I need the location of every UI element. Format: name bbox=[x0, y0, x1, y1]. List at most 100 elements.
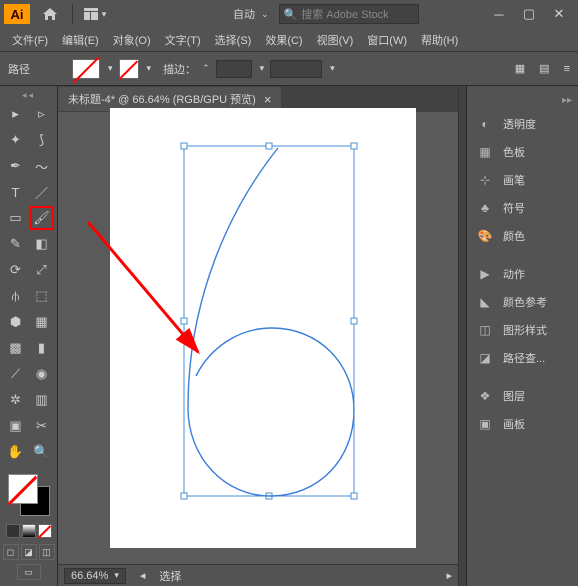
selection-tool[interactable]: ▸ bbox=[4, 102, 28, 126]
panel-label: 色板 bbox=[503, 144, 525, 160]
panel-color-guide[interactable]: ◣ 颜色参考 bbox=[467, 288, 578, 316]
screen-mode[interactable]: ▭ bbox=[17, 564, 41, 580]
curvature-tool[interactable]: ～ bbox=[30, 154, 54, 178]
blend-tool[interactable]: ◉ bbox=[30, 362, 54, 386]
stroke-style-dropdown[interactable] bbox=[270, 60, 322, 78]
status-nav-prev[interactable]: ◂ bbox=[140, 569, 146, 582]
home-button[interactable] bbox=[38, 3, 62, 25]
panel-label: 图层 bbox=[503, 388, 525, 404]
mesh-tool[interactable]: ▩ bbox=[4, 336, 28, 360]
panel-artboards[interactable]: ▣ 画板 bbox=[467, 410, 578, 438]
minimize-button[interactable]: ─ bbox=[484, 4, 514, 24]
color-mode-none[interactable] bbox=[38, 524, 52, 538]
color-mode-solid[interactable] bbox=[6, 524, 20, 538]
maximize-button[interactable]: ▢ bbox=[514, 4, 544, 24]
rectangle-tool[interactable]: ▭ bbox=[4, 206, 28, 230]
menu-window[interactable]: 窗口(W) bbox=[361, 30, 413, 50]
pencil-tool[interactable]: ✎ bbox=[4, 232, 28, 256]
panel-symbols[interactable]: ♣ 符号 bbox=[467, 194, 578, 222]
eraser-tool[interactable]: ◧ bbox=[30, 232, 54, 256]
panel-graphic-styles[interactable]: ◫ 图形样式 bbox=[467, 316, 578, 344]
expand-panels-icon[interactable]: ▸▸ bbox=[562, 95, 572, 106]
menu-select[interactable]: 选择(S) bbox=[209, 30, 258, 50]
graph-tool[interactable]: ▥ bbox=[30, 388, 54, 412]
slice-tool[interactable]: ✂ bbox=[30, 414, 54, 438]
menu-edit[interactable]: 编辑(E) bbox=[56, 30, 105, 50]
close-button[interactable]: ✕ bbox=[544, 4, 574, 24]
rotate-tool[interactable]: ⟳ bbox=[4, 258, 28, 282]
hand-tool[interactable]: ✋ bbox=[4, 440, 28, 464]
brushes-icon: ⊹ bbox=[477, 172, 493, 188]
menu-help[interactable]: 帮助(H) bbox=[415, 30, 464, 50]
collapse-handle[interactable]: ◂◂ bbox=[2, 90, 55, 100]
close-icon[interactable]: × bbox=[264, 92, 272, 107]
width-tool[interactable]: ⫛ bbox=[4, 284, 28, 308]
panel-label: 符号 bbox=[503, 200, 525, 216]
fill-color[interactable] bbox=[8, 474, 38, 504]
type-tool[interactable]: T bbox=[4, 180, 28, 204]
magic-wand-tool[interactable]: ✦ bbox=[4, 128, 28, 152]
paintbrush-tool[interactable]: 🖌 bbox=[30, 206, 54, 230]
stroke-swatch[interactable] bbox=[119, 59, 139, 79]
pen-tool[interactable]: ✒ bbox=[4, 154, 28, 178]
swatches-icon: ▦ bbox=[477, 144, 493, 160]
shape-builder-tool[interactable]: ⬢ bbox=[4, 310, 28, 334]
main-area: ◂◂ ▸ ▹ ✦ ⟆ ✒ ～ T ／ ▭ 🖌 ✎ ◧ ⟳ ⤢ ⫛ ⬚ ⬢ ▦ ▩… bbox=[0, 86, 578, 586]
gradient-tool[interactable]: ▮ bbox=[30, 336, 54, 360]
menu-type[interactable]: 文字(T) bbox=[159, 30, 207, 50]
draw-inside[interactable]: ◫ bbox=[39, 544, 55, 560]
panel-layers[interactable]: ❖ 图层 bbox=[467, 382, 578, 410]
menu-file[interactable]: 文件(F) bbox=[6, 30, 54, 50]
line-tool[interactable]: ／ bbox=[30, 180, 54, 204]
zoom-dropdown[interactable]: 66.64% ▾ bbox=[64, 568, 126, 584]
menu-effect[interactable]: 效果(C) bbox=[259, 30, 308, 50]
panel-swatches[interactable]: ▦ 色板 bbox=[467, 138, 578, 166]
stroke-stepper-down[interactable]: ⌃ bbox=[202, 63, 210, 74]
panel-color[interactable]: 🎨 颜色 bbox=[467, 222, 578, 250]
panel-brushes[interactable]: ⊹ 画笔 bbox=[467, 166, 578, 194]
direct-selection-tool[interactable]: ▹ bbox=[30, 102, 54, 126]
artboard-tool[interactable]: ▣ bbox=[4, 414, 28, 438]
draw-normal[interactable]: ◻ bbox=[3, 544, 19, 560]
symbol-sprayer-tool[interactable]: ✲ bbox=[4, 388, 28, 412]
search-icon: 🔍 bbox=[284, 8, 298, 21]
search-input[interactable]: 🔍 搜索 Adobe Stock bbox=[279, 4, 419, 24]
free-transform-tool[interactable]: ⬚ bbox=[30, 284, 54, 308]
chevron-down-icon: ⌄ bbox=[261, 9, 269, 20]
panel-actions[interactable]: ▶ 动作 bbox=[467, 260, 578, 288]
panel-menu-icon[interactable]: ≡ bbox=[564, 63, 570, 75]
auto-dropdown[interactable]: 自动 ⌄ bbox=[233, 6, 269, 22]
menu-view[interactable]: 视图(V) bbox=[311, 30, 360, 50]
color-control[interactable] bbox=[8, 474, 50, 516]
zoom-value: 66.64% bbox=[71, 570, 108, 582]
perspective-tool[interactable]: ▦ bbox=[30, 310, 54, 334]
actions-icon: ▶ bbox=[477, 266, 493, 282]
panel-label: 颜色参考 bbox=[503, 294, 547, 310]
zoom-tool[interactable]: 🔍 bbox=[30, 440, 54, 464]
menu-object[interactable]: 对象(O) bbox=[107, 30, 157, 50]
panel-dock: ▸▸ ◐ 透明度 ▦ 色板 ⊹ 画笔 ♣ 符号 🎨 颜色 ▶ 动作 ◣ 颜色参考 bbox=[466, 86, 578, 586]
panel-transparency[interactable]: ◐ 透明度 bbox=[467, 110, 578, 138]
statusbar: 66.64% ▾ ◂ 选择 ▸ bbox=[58, 564, 458, 586]
fill-swatch[interactable] bbox=[72, 59, 100, 79]
chevron-down-icon[interactable]: ▾ bbox=[330, 63, 335, 74]
canvas-viewport[interactable] bbox=[58, 112, 458, 564]
options-icon[interactable]: ▦ bbox=[515, 62, 525, 75]
lasso-tool[interactable]: ⟆ bbox=[30, 128, 54, 152]
panel-pathfinder[interactable]: ◪ 路径查... bbox=[467, 344, 578, 372]
align-icon[interactable]: ▤ bbox=[539, 62, 549, 75]
status-nav-next[interactable]: ▸ bbox=[446, 569, 452, 582]
panel-label: 路径查... bbox=[503, 350, 545, 366]
draw-behind[interactable]: ◪ bbox=[21, 544, 37, 560]
eyedropper-tool[interactable]: ⟋ bbox=[4, 362, 28, 386]
chevron-down-icon[interactable]: ▾ bbox=[108, 63, 113, 74]
graphic-styles-icon: ◫ bbox=[477, 322, 493, 338]
chevron-down-icon[interactable]: ▾ bbox=[147, 63, 152, 74]
scale-tool[interactable]: ⤢ bbox=[30, 258, 54, 282]
color-mode-gradient[interactable] bbox=[22, 524, 36, 538]
artboard[interactable] bbox=[110, 108, 416, 548]
chevron-down-icon[interactable]: ▾ bbox=[260, 63, 265, 74]
scrollbar[interactable] bbox=[458, 86, 466, 586]
layout-dropdown[interactable]: ▾ bbox=[77, 3, 113, 25]
stroke-weight-input[interactable] bbox=[216, 60, 252, 78]
